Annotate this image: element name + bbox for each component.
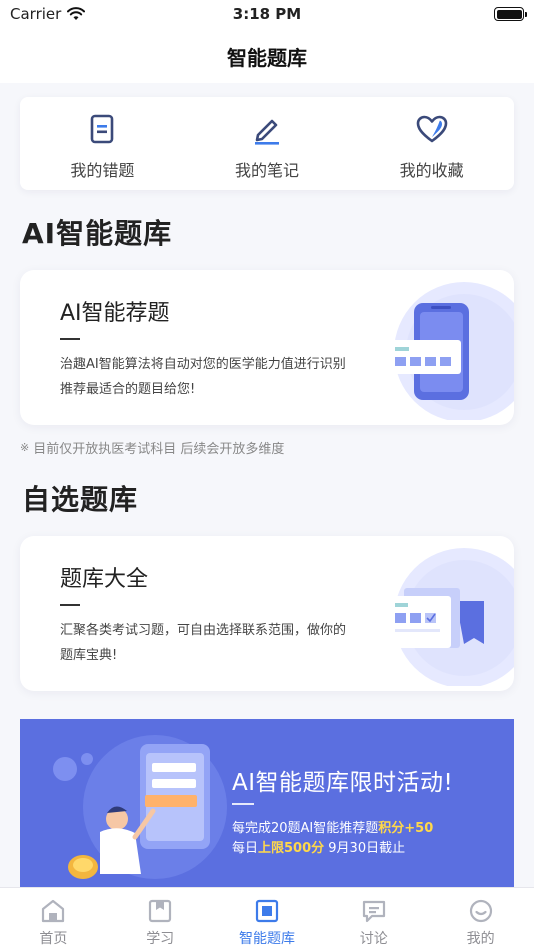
quick-link-notes[interactable]: 我的笔记 xyxy=(185,97,350,190)
custom-section-heading: 自选题库 xyxy=(22,483,139,516)
tab-label: 学习 xyxy=(146,931,175,947)
promo-line-2: 每日上限500分 9月30日截止 xyxy=(232,837,405,856)
tab-home[interactable]: 首页 xyxy=(0,888,107,950)
quick-link-label: 我的错题 xyxy=(70,161,135,180)
wrong-questions-icon xyxy=(91,114,114,144)
promo-points-highlight: 积分+50 xyxy=(378,821,434,836)
promo-divider xyxy=(232,803,254,805)
promo-line-1-text: 每完成20题AI智能推荐题 xyxy=(232,821,379,836)
document-bank-illustration xyxy=(389,548,514,686)
promo-deadline: 9月30日截止 xyxy=(324,841,406,856)
quick-links-card: 我的错题 我的笔记 我的收藏 xyxy=(20,97,514,190)
promo-title: AI智能题库限时活动! xyxy=(232,770,454,796)
tab-label: 智能题库 xyxy=(238,931,295,947)
question-bank-card[interactable]: 题库大全 汇聚各类考试习题，可自由选择联系范围，做你的题库宝典! xyxy=(20,536,514,691)
tab-study[interactable]: 学习 xyxy=(107,888,214,950)
question-bank-description: 汇聚各类考试习题，可自由选择联系范围，做你的题库宝典! xyxy=(60,623,347,663)
tab-label: 讨论 xyxy=(359,931,388,947)
page-title: 智能题库 xyxy=(227,46,307,70)
tab-label: 首页 xyxy=(39,931,68,947)
nav-bar: 智能题库 xyxy=(0,28,534,83)
battery-icon xyxy=(494,7,527,21)
discussion-icon xyxy=(362,900,385,923)
title-divider xyxy=(60,604,80,606)
quick-link-favorites[interactable]: 我的收藏 xyxy=(349,97,514,190)
ai-recommend-description: 治趣AI智能算法将自动对您的医学能力值进行识别推荐最适合的题目给您! xyxy=(60,357,346,397)
promo-banner[interactable]: AI智能题库限时活动! 每完成20题AI智能推荐题积分+50 每日上限500分 … xyxy=(20,719,514,887)
home-icon xyxy=(42,899,65,923)
quick-link-wrong-questions[interactable]: 我的错题 xyxy=(20,97,185,190)
status-time: 3:18 PM xyxy=(232,5,302,23)
ai-recommend-title: AI智能荐题 xyxy=(60,301,170,326)
quick-link-label: 我的收藏 xyxy=(399,161,464,180)
status-bar: Carrier 3:18 PM xyxy=(0,0,534,28)
tab-bar: 首页 学习 智能题库 讨论 我的 xyxy=(0,887,534,950)
ai-section-heading: AI智能题库 xyxy=(22,217,173,250)
profile-icon xyxy=(469,899,492,923)
notes-pen-icon xyxy=(255,119,279,145)
asterisk-icon: ※ xyxy=(20,441,30,454)
tab-label: 我的 xyxy=(466,931,495,947)
title-divider xyxy=(60,338,80,340)
question-bank-icon xyxy=(255,899,279,923)
tab-discussion[interactable]: 讨论 xyxy=(320,888,427,950)
tab-question-bank[interactable]: 智能题库 xyxy=(214,888,321,950)
ai-section-note: ※ 目前仅开放执医考试科目 后续会开放多维度 xyxy=(20,438,284,457)
study-book-icon xyxy=(149,899,172,923)
favorites-heart-icon xyxy=(416,115,447,143)
phone-recommend-illustration xyxy=(389,282,514,420)
promo-illustration xyxy=(53,735,227,879)
note-text: 目前仅开放执医考试科目 后续会开放多维度 xyxy=(33,442,285,457)
quick-link-label: 我的笔记 xyxy=(235,161,300,180)
ai-recommend-card[interactable]: AI智能荐题 治趣AI智能算法将自动对您的医学能力值进行识别推荐最适合的题目给您… xyxy=(20,270,514,425)
promo-limit-highlight: 上限500分 xyxy=(258,841,325,856)
tab-profile[interactable]: 我的 xyxy=(427,888,534,950)
question-bank-title: 题库大全 xyxy=(60,567,149,592)
promo-line-1: 每完成20题AI智能推荐题积分+50 xyxy=(232,817,433,836)
promo-line-2-prefix: 每日 xyxy=(232,841,259,856)
